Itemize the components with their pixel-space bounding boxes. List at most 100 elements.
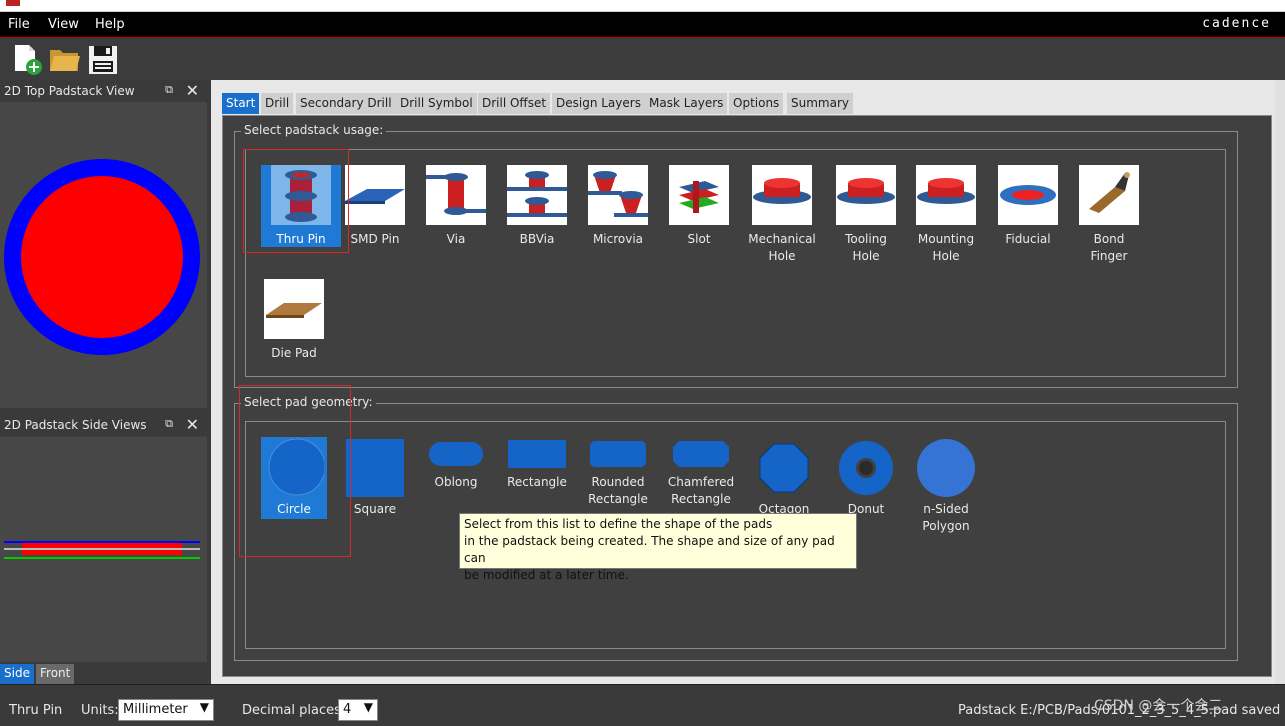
tooltip-line: Select from this list to define the shap… [464,517,773,531]
close-icon[interactable]: ✕ [186,415,199,434]
usage-die-pad[interactable]: Die Pad [254,279,334,362]
usage-tooling-hole[interactable]: Tooling Hole [826,165,906,265]
new-file-icon[interactable] [10,42,44,76]
geometry-label: Rounded Rectangle [588,475,648,506]
side-bottom-layer [4,557,200,559]
float-panel-icon[interactable]: ⧉ [165,417,173,431]
slot-icon [679,181,719,213]
usage-label: Mounting Hole [917,232,975,263]
main-scrollbar[interactable] [1275,80,1285,684]
units-label: Units: [81,703,119,718]
geometry-label: Chamfered Rectangle [667,475,735,506]
tab-secondary-drill[interactable]: Secondary Drill [296,93,396,114]
geometry-chamfered-rectangle[interactable]: Chamfered Rectangle [661,437,741,508]
menu-bar: File View Help cadence [0,12,1285,38]
watermark-text: CSDN @会一个会二 [1094,698,1223,714]
bond-finger-icon [1089,172,1130,213]
usage-bbvia[interactable]: BBVia [497,165,577,248]
usage-label: Fiducial [1005,232,1051,246]
usage-label: Thru Pin [276,232,326,246]
toolbar [0,38,1285,80]
thru-pin-icon [285,170,317,222]
mechanical-hole-icon [753,178,811,204]
app-icon [6,0,20,6]
oblong-shape-icon [429,442,483,466]
usage-smd-pin[interactable]: SMD Pin [335,165,415,248]
usage-label: Slot [687,232,711,246]
units-select[interactable]: Millimeter ▼ [118,699,214,721]
circle-shape-icon [268,438,326,496]
menu-view[interactable]: View [48,17,79,32]
usage-mounting-hole[interactable]: Mounting Hole [906,165,986,265]
tab-mask-layers[interactable]: Mask Layers [645,93,728,114]
usage-group-title: Select padstack usage: [241,123,387,137]
usage-slot[interactable]: Slot [659,165,739,248]
geometry-octagon[interactable]: Octagon [744,437,824,518]
geometry-rectangle[interactable]: Rectangle [497,437,577,491]
geometry-label: Square [353,502,397,516]
usage-label: BBVia [519,232,555,246]
usage-mechanical-hole[interactable]: Mechanical Hole [742,165,822,265]
chevron-down-icon: ▼ [199,700,209,714]
usage-bond-finger[interactable]: Bond Finger [1069,165,1149,265]
geometry-circle[interactable]: Circle [261,437,327,519]
pad-inner [21,176,183,338]
geometry-label: Circle [277,502,311,516]
usage-label: Die Pad [271,346,317,360]
rectangle-shape-icon [508,440,566,468]
float-panel-icon[interactable]: ⧉ [165,83,173,97]
usage-via[interactable]: Via [416,165,496,248]
usage-label: Mechanical Hole [748,232,816,263]
geometry-rounded-rectangle[interactable]: Rounded Rectangle [578,437,658,508]
geometry-label: Rectangle [507,475,567,489]
usage-label: Via [446,232,466,246]
geometry-group-title: Select pad geometry: [241,395,376,409]
tab-front[interactable]: Front [36,664,75,684]
menu-help[interactable]: Help [95,17,125,32]
tab-drill[interactable]: Drill [261,93,294,114]
geometry-square[interactable]: Square [335,437,415,518]
tab-design-layers[interactable]: Design Layers [552,93,645,114]
usage-thru-pin[interactable]: Thru Pin [261,165,341,247]
side-inner-layer [4,548,200,550]
save-disk-icon[interactable] [86,42,120,76]
rounded-rectangle-shape-icon [590,441,646,467]
tooltip-line: be modified at a later time. [464,568,629,582]
fiducial-icon [1000,185,1056,205]
tab-drill-symbol[interactable]: Drill Symbol [396,93,477,114]
usage-label: SMD Pin [350,232,400,246]
tab-options[interactable]: Options [729,93,784,114]
side-view-title: 2D Padstack Side Views [4,418,147,432]
side-view-canvas [0,437,207,662]
menu-file[interactable]: File [8,17,30,32]
geometry-n-sided-polygon[interactable]: n-Sided Polygon [906,437,986,535]
tab-summary[interactable]: Summary [787,93,853,114]
open-folder-icon[interactable] [48,42,82,76]
donut-shape-icon [839,441,893,495]
usage-label: Tooling Hole [845,232,887,263]
die-pad-icon [266,303,322,318]
octagon-shape-icon [759,443,809,493]
decimal-places-label: Decimal places: [242,703,346,718]
decimal-places-select[interactable]: 4 ▼ [338,699,378,721]
geometry-oblong[interactable]: Oblong [416,437,496,491]
usage-label: Bond Finger [1090,232,1128,263]
geometry-donut[interactable]: Donut [826,437,906,518]
tab-side[interactable]: Side [0,664,34,684]
side-view-tabs: Side Front [0,662,207,684]
cadence-logo: cadence [1202,16,1271,31]
tab-start[interactable]: Start [222,93,260,114]
smd-pin-icon [345,189,405,204]
decimal-places-value: 4 [343,702,352,717]
window-title-strip [0,0,1285,12]
usage-fiducial[interactable]: Fiducial [988,165,1068,248]
top-view-title: 2D Top Padstack View [4,84,135,98]
geometry-label: Oblong [434,475,478,489]
square-shape-icon [346,439,404,497]
usage-microvia[interactable]: Microvia [578,165,658,248]
close-icon[interactable]: ✕ [186,81,199,100]
geometry-label: n-Sided Polygon [922,502,970,533]
tab-drill-offset[interactable]: Drill Offset [478,93,551,114]
usage-label: Microvia [592,232,644,246]
microvia-icon [588,171,648,217]
